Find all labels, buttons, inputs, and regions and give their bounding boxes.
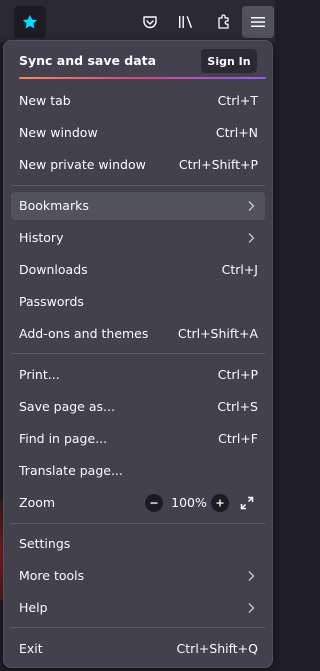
menu-item-addons-and-themes[interactable]: Add-ons and themes Ctrl+Shift+A <box>11 320 265 348</box>
menu-item-shortcut: Ctrl+J <box>221 262 258 277</box>
menu-item-label: Passwords <box>19 294 84 309</box>
menu-item-find-in-page[interactable]: Find in page... Ctrl+F <box>11 425 265 453</box>
menu-item-translate-page[interactable]: Translate page... <box>11 457 265 485</box>
library-icon <box>179 16 193 28</box>
chevron-right-icon <box>248 603 255 613</box>
extensions-icon <box>218 14 229 29</box>
sync-title: Sync and save data <box>19 53 157 68</box>
zoom-label: Zoom <box>19 495 56 510</box>
bookmark-star-button[interactable] <box>14 6 46 38</box>
menu-item-passwords[interactable]: Passwords <box>11 288 265 316</box>
menu-item-downloads[interactable]: Downloads Ctrl+J <box>11 256 265 284</box>
menu-item-new-tab[interactable]: New tab Ctrl+T <box>11 87 265 115</box>
menu-item-print[interactable]: Print... Ctrl+P <box>11 361 265 389</box>
star-icon <box>22 14 38 29</box>
menu-item-label: Help <box>19 600 48 615</box>
menu-item-label: More tools <box>19 568 85 583</box>
chevron-right-icon <box>248 571 255 581</box>
menu-item-zoom: Zoom 100% <box>11 489 265 517</box>
sign-in-button[interactable]: Sign In <box>201 49 257 73</box>
zoom-in-button[interactable] <box>211 494 229 512</box>
menu-item-label: New private window <box>19 157 146 172</box>
menu-item-shortcut: Ctrl+Shift+Q <box>176 641 258 656</box>
menu-item-settings[interactable]: Settings <box>11 530 265 558</box>
menu-item-label: Bookmarks <box>19 198 89 213</box>
menu-item-label: History <box>19 230 64 245</box>
menu-item-exit[interactable]: Exit Ctrl+Shift+Q <box>11 635 265 663</box>
menu-item-label: Translate page... <box>19 463 123 478</box>
app-menu-button[interactable] <box>242 6 274 38</box>
menu-item-help[interactable]: Help <box>11 594 265 622</box>
menu-item-label: Add-ons and themes <box>19 326 149 341</box>
menu-item-more-tools[interactable]: More tools <box>11 562 265 590</box>
menu-item-save-page-as[interactable]: Save page as... Ctrl+S <box>11 393 265 421</box>
pocket-button[interactable] <box>134 6 166 38</box>
menu-item-shortcut: Ctrl+N <box>215 125 258 140</box>
hamburger-menu-icon <box>251 17 265 27</box>
menu-separator <box>11 185 265 186</box>
menu-item-label: Downloads <box>19 262 88 277</box>
menu-item-label: Settings <box>19 536 71 551</box>
library-button[interactable] <box>170 6 202 38</box>
menu-separator <box>11 523 265 524</box>
menu-item-label: Find in page... <box>19 431 108 446</box>
menu-item-label: New window <box>19 125 98 140</box>
fullscreen-icon <box>240 496 254 510</box>
menu-item-history[interactable]: History <box>11 224 265 252</box>
menu-item-shortcut: Ctrl+Shift+A <box>177 326 258 341</box>
menu-item-shortcut: Ctrl+Shift+P <box>178 157 258 172</box>
extensions-button[interactable] <box>208 6 240 38</box>
menu-separator <box>11 353 265 354</box>
minus-icon <box>150 502 158 504</box>
pocket-icon <box>143 16 157 29</box>
fullscreen-button[interactable] <box>237 493 257 513</box>
chevron-right-icon <box>248 233 255 243</box>
menu-item-label: Exit <box>19 641 43 656</box>
menu-item-shortcut: Ctrl+T <box>217 93 258 108</box>
sync-header[interactable]: Sync and save data Sign In <box>4 41 272 81</box>
menu-item-label: New tab <box>19 93 71 108</box>
menu-separator <box>11 627 265 628</box>
menu-item-label: Save page as... <box>19 399 115 414</box>
plus-icon <box>216 499 224 507</box>
app-menu-panel: Sync and save data Sign In New tab Ctrl+… <box>3 40 273 668</box>
menu-item-bookmarks[interactable]: Bookmarks <box>11 192 265 220</box>
menu-item-label: Print... <box>19 367 60 382</box>
menu-item-new-private-window[interactable]: New private window Ctrl+Shift+P <box>11 151 265 179</box>
zoom-out-button[interactable] <box>145 494 163 512</box>
browser-toolbar <box>0 0 275 42</box>
zoom-reset-button[interactable]: 100% <box>169 495 209 510</box>
sync-gradient-underline <box>19 77 266 79</box>
menu-item-shortcut: Ctrl+P <box>217 367 258 382</box>
menu-item-shortcut: Ctrl+S <box>217 399 258 414</box>
chevron-right-icon <box>248 201 255 211</box>
menu-item-shortcut: Ctrl+F <box>218 431 258 446</box>
menu-item-new-window[interactable]: New window Ctrl+N <box>11 119 265 147</box>
